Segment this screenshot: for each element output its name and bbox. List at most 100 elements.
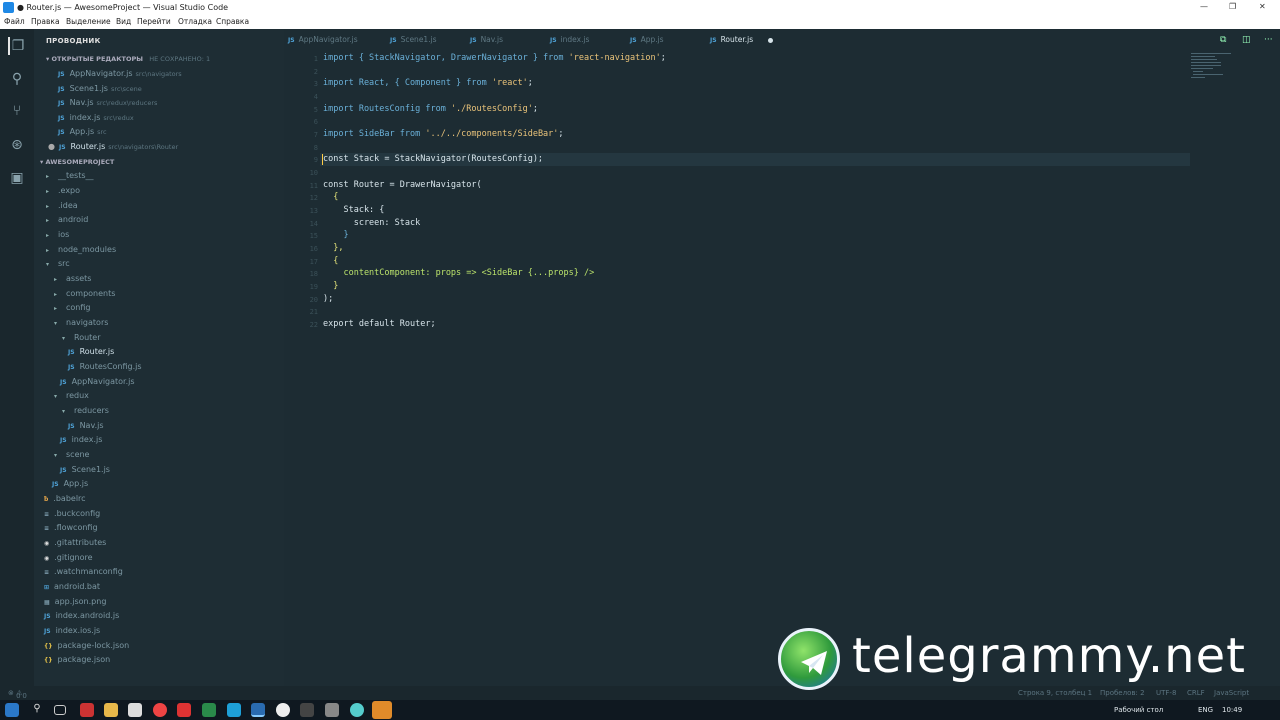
tree-file-active[interactable]: JS Router.js <box>68 345 114 359</box>
extensions-icon[interactable]: ▣ <box>8 169 26 187</box>
tree-file[interactable]: ⊞ android.bat <box>44 580 100 594</box>
tree-folder[interactable]: ▸ node_modules <box>46 243 116 257</box>
menu-debug[interactable]: Отладка <box>178 17 212 26</box>
minimap[interactable] <box>1189 51 1249 91</box>
app-icon[interactable] <box>202 703 216 717</box>
open-changes-icon[interactable]: ⧉ <box>1220 35 1226 45</box>
tree-folder[interactable]: ▸ .idea <box>46 199 78 213</box>
tree-folder[interactable]: ▾ src <box>46 257 70 271</box>
menu-selection[interactable]: Выделение <box>66 17 111 26</box>
tree-file[interactable]: JS Scene1.js <box>60 463 110 477</box>
tab-index[interactable]: JS index.js <box>550 35 589 44</box>
debug-icon[interactable]: ⊛ <box>8 136 26 154</box>
file-label: .watchmanconfig <box>54 567 123 576</box>
menu-file[interactable]: Файл <box>4 17 25 26</box>
tree-file[interactable]: JS index.ios.js <box>44 624 100 638</box>
tree-file[interactable]: ◉ .gitignore <box>44 551 93 565</box>
language-indicator[interactable]: ENG <box>1198 706 1213 714</box>
skype-app-icon[interactable] <box>227 703 241 717</box>
vscode-app-icon[interactable] <box>251 703 265 717</box>
tab-nav[interactable]: JS Nav.js <box>470 35 503 44</box>
tree-folder[interactable]: ▾ navigators <box>54 316 108 330</box>
more-actions-icon[interactable]: ··· <box>1264 35 1273 45</box>
tree-file[interactable]: ◉ .gitattributes <box>44 536 106 550</box>
tree-file[interactable]: ▦ app.json.png <box>44 595 106 609</box>
line-number: 8 <box>313 144 318 152</box>
tree-folder[interactable]: ▾ redux <box>54 389 89 403</box>
tree-file[interactable]: JS index.android.js <box>44 609 119 623</box>
app-icon[interactable] <box>276 703 290 717</box>
search-icon[interactable]: ⚲ <box>8 70 26 88</box>
tree-file[interactable]: ƀ .babelrc <box>44 492 86 506</box>
task-view-icon[interactable] <box>54 705 66 715</box>
app-icon[interactable] <box>177 703 191 717</box>
tab-app[interactable]: JS App.js <box>630 35 664 44</box>
tree-file[interactable]: JS Nav.js <box>68 419 104 433</box>
windows-start-icon[interactable] <box>5 703 19 717</box>
chevron-down-icon: ▾ <box>54 320 58 327</box>
code-editor[interactable]: 1 2 3 4 5 6 7 8 9 10 11 12 13 14 15 16 1… <box>284 51 1280 686</box>
tree-folder[interactable]: ▾ scene <box>54 448 89 462</box>
open-editor-item[interactable]: JS index.js src\redux <box>58 111 134 125</box>
open-editor-item-active[interactable]: ● JS Router.js src\navigators\Router <box>48 140 178 154</box>
tree-folder[interactable]: ▾ reducers <box>62 404 109 418</box>
open-editor-item[interactable]: JS Nav.js src\redux\reducers <box>58 96 157 110</box>
app-icon[interactable] <box>80 703 94 717</box>
tree-folder[interactable]: ▸ android <box>46 213 88 227</box>
tree-file[interactable]: ≡ .flowconfig <box>44 521 98 535</box>
code-line: import RoutesConfig from './RoutesConfig… <box>323 104 538 114</box>
open-editor-item[interactable]: JS App.js src <box>58 125 107 139</box>
unsaved-dot-icon[interactable] <box>768 38 773 43</box>
tree-folder[interactable]: ▸ config <box>54 301 90 315</box>
folder-label: reducers <box>74 406 109 415</box>
explorer-icon[interactable]: ❐ <box>8 37 26 55</box>
menu-view[interactable]: Вид <box>116 17 131 26</box>
tree-folder[interactable]: ▾ Router <box>62 331 101 345</box>
telegram-app-icon[interactable] <box>372 701 392 719</box>
error-count: 0 <box>16 692 21 700</box>
source-control-icon[interactable]: ⑂ <box>8 102 26 120</box>
menu-help[interactable]: Справка <box>216 17 249 26</box>
project-header[interactable]: ▾ AWESOMEPROJECT <box>40 158 114 166</box>
problems-indicator[interactable]: ⊗ 0 ⚠ 0 <box>8 689 27 700</box>
clock[interactable]: 10:49 <box>1222 706 1242 714</box>
app-icon[interactable] <box>128 703 142 717</box>
line-number: 11 <box>309 182 318 190</box>
open-editors-header[interactable]: ▾ ОТКРЫТЫЕ РЕДАКТОРЫ НЕ СОХРАНЕНО: 1 <box>46 55 210 63</box>
split-editor-icon[interactable]: ◫ <box>1242 35 1251 45</box>
tab-appnavigator[interactable]: JS AppNavigator.js <box>288 35 358 44</box>
menu-go[interactable]: Перейти <box>137 17 171 26</box>
js-file-icon: JS <box>470 37 477 44</box>
open-editor-item[interactable]: JS AppNavigator.js src\navigators <box>58 67 182 81</box>
app-icon[interactable] <box>300 703 314 717</box>
tree-file[interactable]: {} package-lock.json <box>44 639 129 653</box>
close-icon[interactable]: ✕ <box>1259 2 1266 11</box>
app-icon[interactable] <box>325 703 339 717</box>
tree-folder[interactable]: ▸ __tests__ <box>46 169 94 183</box>
search-icon[interactable]: ⚲ <box>30 703 44 717</box>
tree-file[interactable]: ≡ .buckconfig <box>44 507 100 521</box>
app-icon[interactable] <box>350 703 364 717</box>
tree-file[interactable]: JS RoutesConfig.js <box>68 360 142 374</box>
tree-folder[interactable]: ▸ .expo <box>46 184 80 198</box>
explorer-app-icon[interactable] <box>104 703 118 717</box>
open-editor-item[interactable]: JS Scene1.js src\scene <box>58 82 142 96</box>
tree-file[interactable]: {} package.json <box>44 653 110 667</box>
minimize-icon[interactable]: — <box>1200 2 1208 11</box>
tab-scene1[interactable]: JS Scene1.js <box>390 35 437 44</box>
maximize-icon[interactable]: ❐ <box>1229 2 1236 11</box>
tab-router[interactable]: JS Router.js <box>710 35 753 44</box>
tree-file[interactable]: ≡ .watchmanconfig <box>44 565 123 579</box>
tree-folder[interactable]: ▸ ios <box>46 228 69 242</box>
tree-file[interactable]: JS App.js <box>52 477 88 491</box>
chrome-app-icon[interactable] <box>153 703 167 717</box>
folder-label: node_modules <box>58 245 117 254</box>
code-line: import { StackNavigator, DrawerNavigator… <box>323 53 666 63</box>
tree-folder[interactable]: ▸ assets <box>54 272 91 286</box>
tree-file[interactable]: JS AppNavigator.js <box>60 375 135 389</box>
menu-edit[interactable]: Правка <box>31 17 60 26</box>
tree-file[interactable]: JS index.js <box>60 433 102 447</box>
desktop-label[interactable]: Рабочий стол <box>1114 706 1163 714</box>
line-number: 10 <box>309 169 318 177</box>
tree-folder[interactable]: ▸ components <box>54 287 115 301</box>
